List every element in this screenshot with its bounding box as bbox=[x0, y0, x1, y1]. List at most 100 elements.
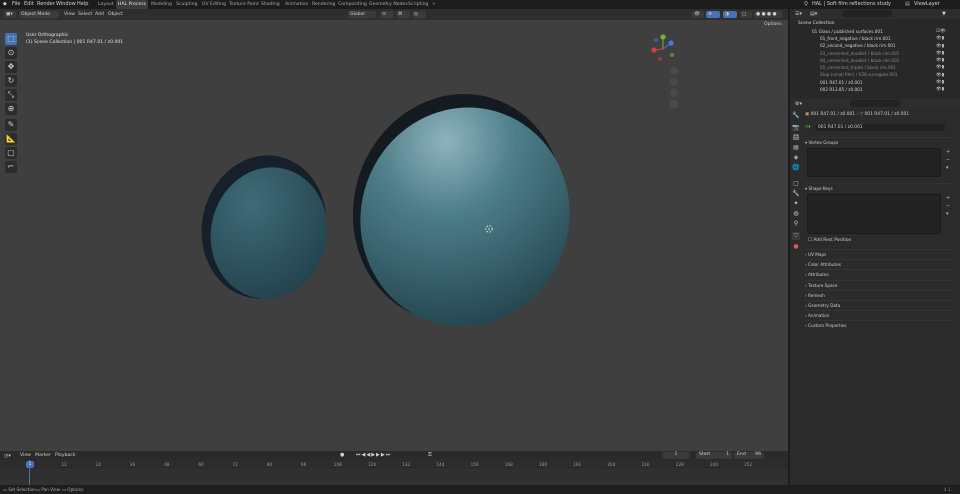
tab-animation[interactable]: Animation bbox=[283, 0, 310, 9]
tab-rendering[interactable]: Rendering bbox=[310, 0, 337, 9]
tab-hal-process[interactable]: HAL Process bbox=[116, 0, 149, 9]
shape-key-buttons[interactable]: + − ▾ bbox=[946, 194, 950, 218]
timeline-ruler[interactable] bbox=[0, 460, 788, 469]
timeline-menu-view[interactable]: View bbox=[20, 453, 31, 458]
proportional-edit-icon[interactable]: ◎ bbox=[412, 11, 426, 18]
shape-keys-section[interactable]: ▾ Shape Keys bbox=[805, 183, 955, 192]
scene-canvas[interactable] bbox=[0, 20, 788, 451]
object-tab-icon[interactable]: ▢ bbox=[792, 180, 800, 188]
timeline-menu-marker[interactable]: Marker bbox=[35, 453, 51, 458]
outliner-search-input[interactable] bbox=[842, 10, 892, 17]
world-tab-icon[interactable]: 🌐 bbox=[792, 164, 800, 172]
editor-type-icon[interactable]: ▣▾ bbox=[4, 11, 16, 18]
large-lens[interactable] bbox=[324, 66, 598, 353]
material-tab-icon[interactable]: ● bbox=[792, 243, 800, 251]
mesh-datablock-icon[interactable]: ▽▾ bbox=[805, 125, 811, 130]
start-frame-field[interactable]: Start 1 bbox=[696, 452, 732, 459]
snap-icon[interactable]: ⌘ bbox=[396, 11, 410, 18]
viewport-nav-buttons[interactable] bbox=[670, 67, 678, 108]
visibility-icon[interactable]: 👁 bbox=[692, 11, 704, 18]
outliner-root[interactable]: Scene Collection bbox=[798, 21, 835, 26]
orientation-dropdown[interactable]: Global bbox=[348, 11, 376, 18]
attributes-section[interactable]: › Attributes bbox=[805, 269, 955, 278]
keying-icon[interactable]: ⚿ bbox=[428, 452, 432, 458]
tab-scripting[interactable]: Scripting bbox=[406, 0, 430, 9]
shading-modes[interactable]: ● ● ● ● bbox=[754, 11, 782, 18]
outliner-item[interactable]: 05_cemented_triplet / black rim.001 bbox=[820, 65, 896, 70]
custom-properties-section[interactable]: › Custom Properties bbox=[805, 320, 955, 329]
remesh-section[interactable]: › Remesh bbox=[805, 290, 955, 299]
vertex-groups-section[interactable]: ▾ Vertex Groups bbox=[805, 137, 955, 146]
viewport-menu-add[interactable]: Add bbox=[95, 12, 104, 17]
vertex-groups-list[interactable] bbox=[807, 148, 941, 177]
outliner-item[interactable]: 01 Glass / published surfaces.001 bbox=[812, 29, 883, 34]
gizmo-toggle-icon[interactable]: ⊕ bbox=[706, 11, 720, 18]
tab-layout[interactable]: Layout bbox=[96, 0, 116, 9]
view-layer-name[interactable]: ViewLayer bbox=[914, 1, 940, 7]
tab-shading[interactable]: Shading bbox=[259, 0, 282, 9]
playhead-marker[interactable]: 1 bbox=[26, 461, 34, 468]
tab-texture-paint[interactable]: Texture Paint bbox=[227, 0, 261, 9]
outliner-item[interactable]: 001 R47.01 / z0.001 bbox=[820, 80, 862, 85]
tab-compositing[interactable]: Compositing bbox=[336, 0, 369, 9]
constraints-tab-icon[interactable]: ⚲ bbox=[792, 220, 800, 228]
viewport-menu-select[interactable]: Select bbox=[78, 12, 92, 17]
navigation-gizmo[interactable] bbox=[651, 34, 675, 62]
add-workspace-icon[interactable]: + bbox=[430, 0, 438, 9]
add-rest-position-checkbox[interactable]: ☐ Add Rest Position bbox=[808, 238, 851, 243]
menu-file[interactable]: File bbox=[12, 1, 20, 7]
overlays-toggle-icon[interactable]: ◑ bbox=[723, 11, 737, 18]
timeline-editor-icon[interactable]: ◷▾ bbox=[4, 453, 11, 459]
tab-uv-editing[interactable]: UV Editing bbox=[200, 0, 228, 9]
menu-edit[interactable]: Edit bbox=[24, 1, 34, 7]
xray-icon[interactable]: ▢ bbox=[740, 11, 752, 18]
timeline-menu-playback[interactable]: Playback bbox=[55, 453, 76, 458]
color-attributes-section[interactable]: › Color Attributes bbox=[805, 259, 955, 268]
playback-controls[interactable]: ⏮◀◀▶▶▶⏭ bbox=[356, 452, 391, 458]
breadcrumb-object[interactable]: 001 R47.01 / z0.001 bbox=[811, 112, 856, 117]
tool-tab-icon[interactable]: 🔧 bbox=[792, 112, 800, 120]
mesh-data-tab-icon[interactable]: ▽ bbox=[792, 232, 800, 240]
menu-window[interactable]: Window bbox=[56, 1, 76, 7]
shape-keys-list[interactable] bbox=[807, 194, 941, 234]
menu-render[interactable]: Render bbox=[37, 1, 55, 7]
particles-tab-icon[interactable]: ✦ bbox=[792, 200, 800, 208]
properties-editor-icon[interactable]: ⚙▾ bbox=[795, 101, 802, 107]
output-tab-icon[interactable]: 🖨 bbox=[792, 134, 800, 142]
viewport-menu-object[interactable]: Object bbox=[108, 12, 123, 17]
properties-search-input[interactable] bbox=[850, 100, 900, 107]
outliner-item[interactable]: 02_second_negative / black rim.001 bbox=[820, 43, 896, 48]
outliner-editor-icon[interactable]: ☰▾ bbox=[795, 11, 802, 17]
mesh-name-field[interactable]: 001 R47.01 / z0.001 bbox=[815, 124, 945, 131]
uv-maps-section[interactable]: › UV Maps bbox=[805, 249, 955, 258]
scene-tab-icon[interactable]: ◈ bbox=[792, 154, 800, 162]
viewport-menu-view[interactable]: View bbox=[64, 12, 75, 17]
end-frame-field[interactable]: End 96 bbox=[734, 452, 764, 459]
render-tab-icon[interactable]: 📷 bbox=[792, 124, 800, 132]
mode-dropdown[interactable]: Object Mode bbox=[19, 11, 59, 18]
small-lens[interactable] bbox=[188, 144, 339, 311]
geometry-data-section[interactable]: › Geometry Data bbox=[805, 300, 955, 309]
pivot-icon[interactable]: ⊙ bbox=[380, 11, 394, 18]
tab-sculpting[interactable]: Sculpting bbox=[174, 0, 199, 9]
outliner-item[interactable]: 01_front_negative / black rim.001 bbox=[820, 36, 891, 41]
outliner-item[interactable]: 03_cemented_doublet / black rim.001 bbox=[820, 51, 899, 56]
texture-space-section[interactable]: › Texture Space bbox=[805, 280, 955, 289]
filter-icon[interactable]: ▼ bbox=[942, 11, 946, 17]
current-frame-field[interactable]: 1 bbox=[662, 452, 690, 459]
record-button-icon[interactable]: ● bbox=[340, 452, 344, 458]
tab-geometry-nodes[interactable]: Geometry Nodes bbox=[367, 0, 410, 9]
menu-help[interactable]: Help bbox=[77, 1, 88, 7]
animation-section[interactable]: › Animation bbox=[805, 310, 955, 319]
blender-logo-icon[interactable]: ◆ bbox=[3, 1, 7, 7]
breadcrumb-mesh[interactable]: 001 R47.01 / z0.001 bbox=[864, 112, 909, 117]
scene-name[interactable]: HAL | Soft film reflections study bbox=[812, 1, 891, 7]
tab-modeling[interactable]: Modeling bbox=[149, 0, 174, 9]
outliner-display-icon[interactable]: ▤▾ bbox=[810, 11, 817, 17]
outliner-item[interactable]: Stop (small film) / f/28 surrogate.001 bbox=[820, 72, 898, 77]
physics-tab-icon[interactable]: ◍ bbox=[792, 210, 800, 218]
view-layer-tab-icon[interactable]: ▤ bbox=[792, 144, 800, 152]
outliner-item[interactable]: 002 R13.85 / z0.001 bbox=[820, 87, 862, 92]
modifier-tab-icon[interactable]: 🔧 bbox=[792, 190, 800, 198]
vertex-group-buttons[interactable]: + − ▾ bbox=[946, 148, 950, 172]
